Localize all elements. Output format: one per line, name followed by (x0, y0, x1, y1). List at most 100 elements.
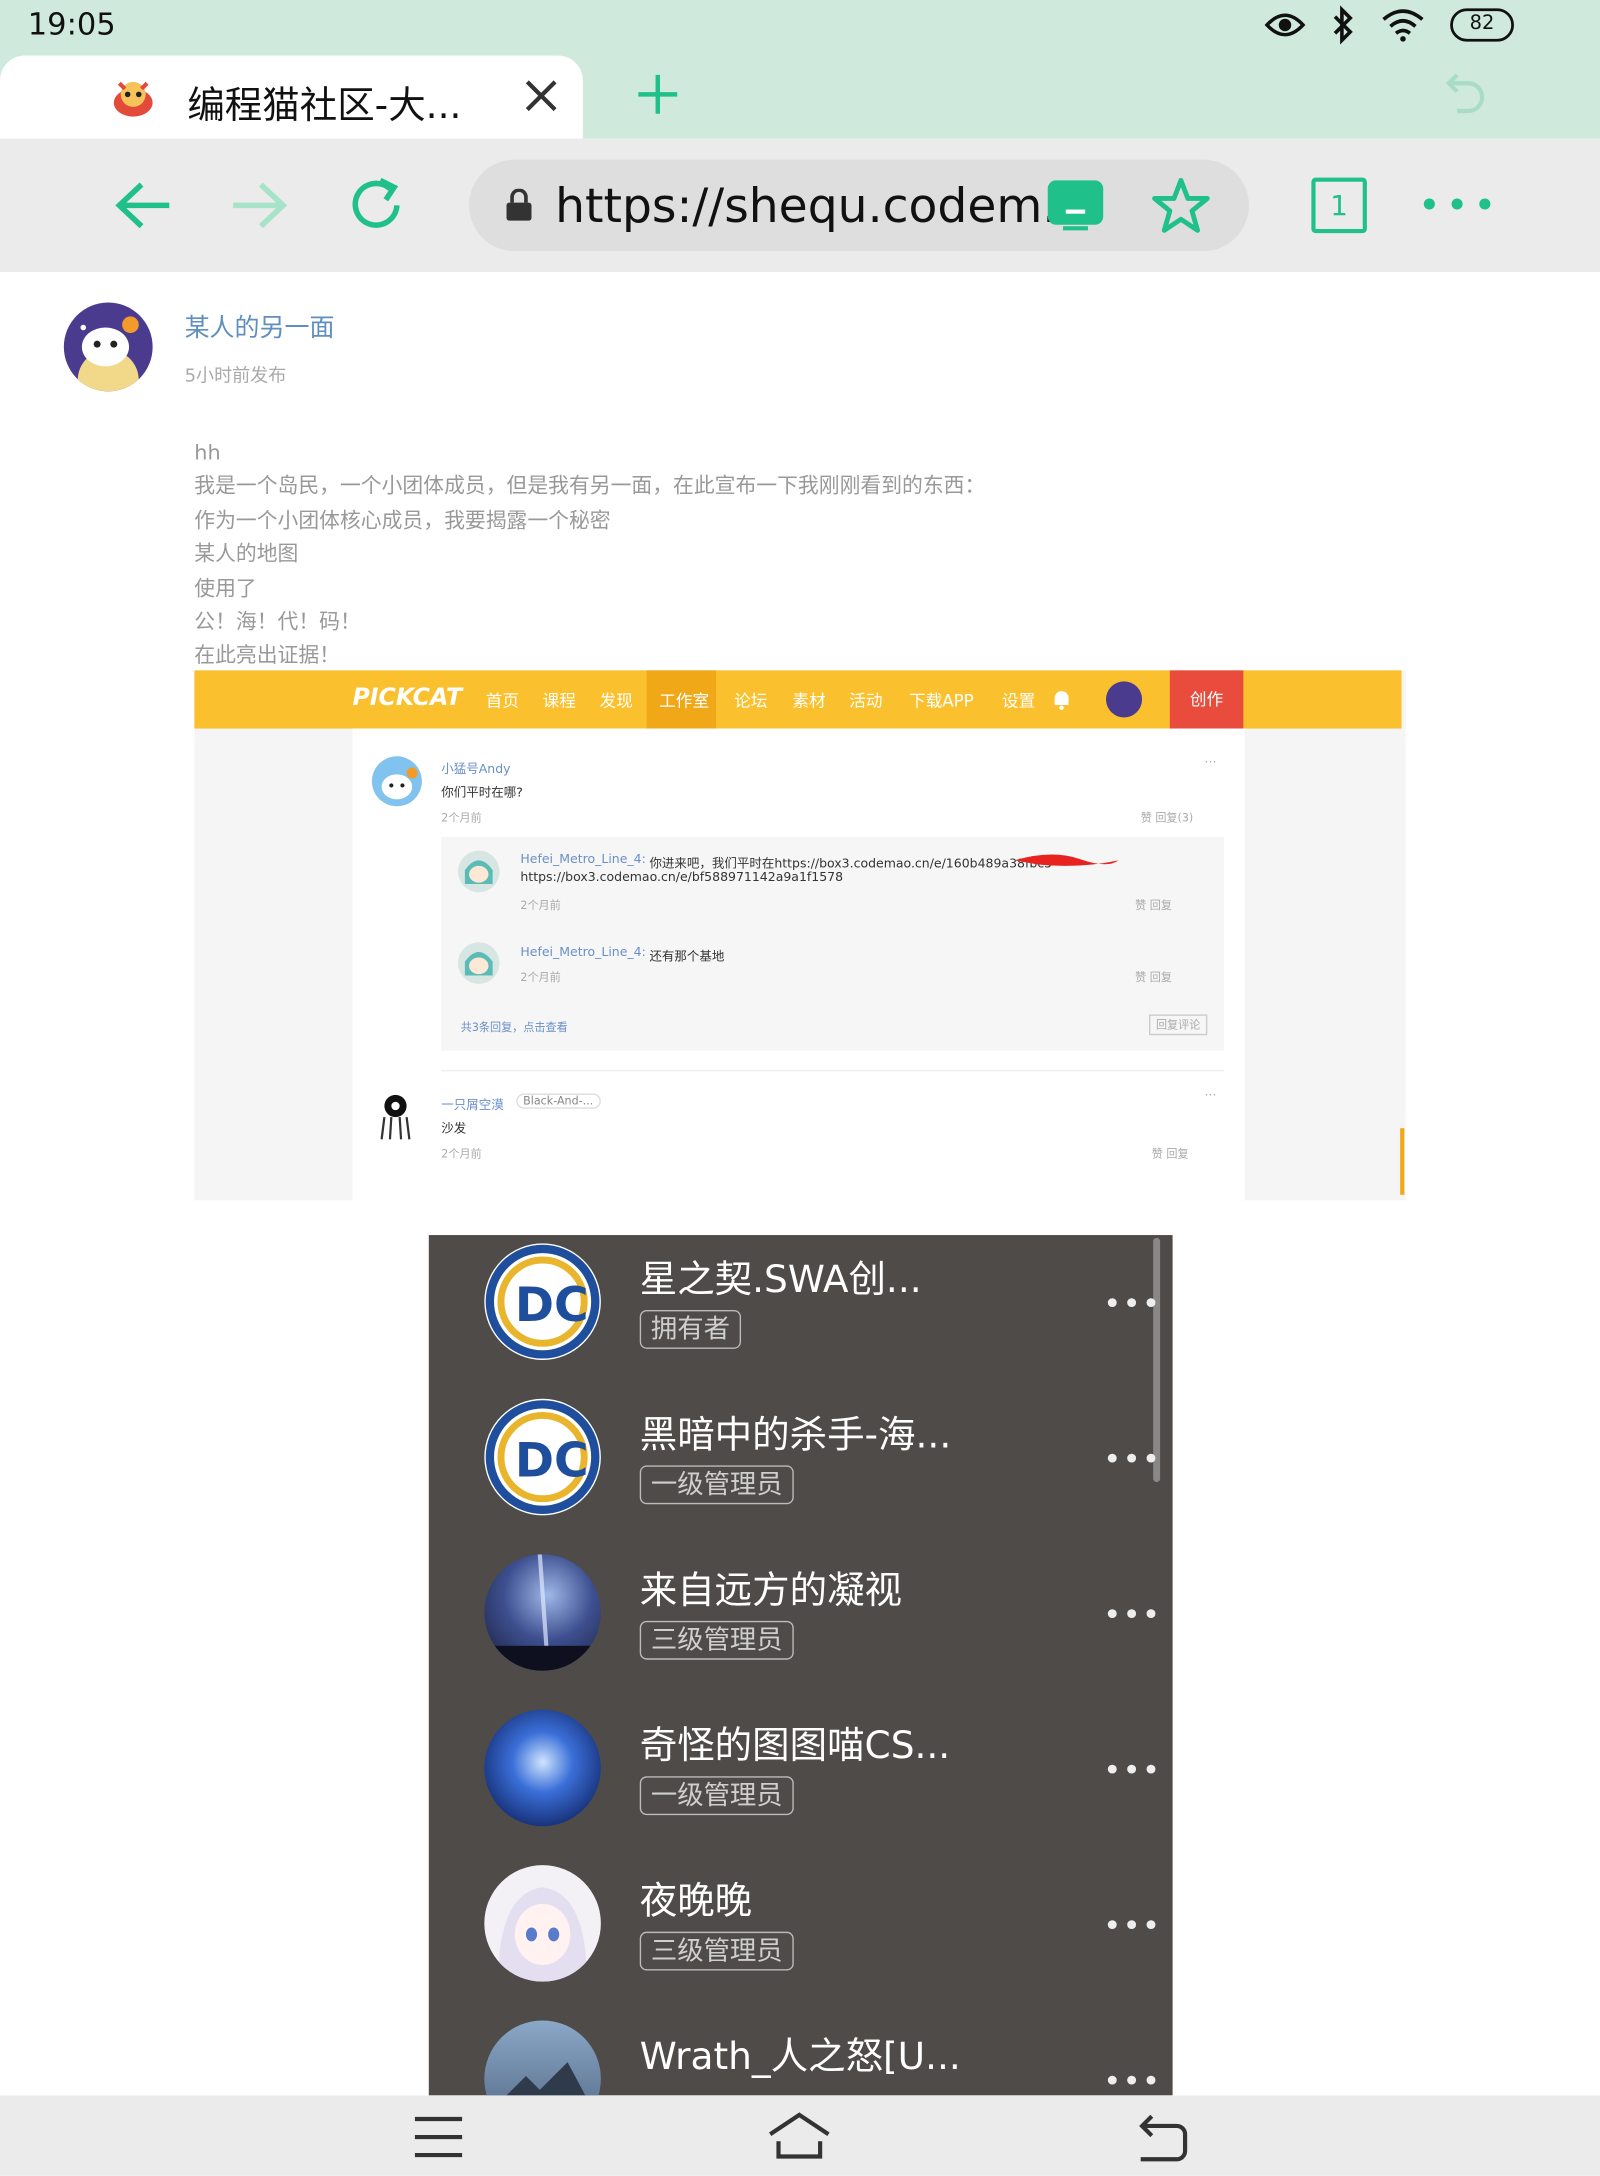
member-row: DC 黑暗中的杀手-海... 一级管理员 ••• (429, 1390, 1173, 1545)
post-line: 我是一个岛民，一个小团体成员，但是我有另一面，在此宣布一下我刚刚看到的东西： (194, 473, 986, 499)
bell-icon (1050, 688, 1072, 710)
reply-actions: 赞 回复 (1135, 971, 1172, 984)
comment-text: 你们平时在哪? (441, 786, 523, 801)
new-tab-icon[interactable] (636, 72, 680, 116)
member-avatar (484, 1709, 601, 1827)
svg-text:DC: DC (515, 1278, 589, 1333)
reply-avatar (457, 850, 500, 893)
member-more-dots: ••• (1103, 1443, 1162, 1478)
address-bar: https://shequ.codem... 1 (0, 138, 1600, 272)
system-nav-bar (0, 2095, 1600, 2176)
reply-comment-button: 回复评论 (1149, 1014, 1208, 1036)
nav-item: 下载APP (908, 691, 974, 711)
more-replies-link: 共3条回复，点击查看 (460, 1021, 568, 1034)
more-menu-icon[interactable] (1421, 194, 1493, 213)
pickcat-logo: PICKCAT (352, 684, 463, 712)
menu-icon[interactable] (412, 2115, 465, 2159)
member-avatar: DC (484, 1398, 601, 1516)
comment-time: 2个月前 (441, 811, 482, 825)
nav-item: 工作室 (659, 691, 710, 711)
member-more-dots: ••• (1103, 1598, 1162, 1634)
back-arrow-icon[interactable] (114, 178, 172, 234)
reply-actions: 赞 回复 (1135, 899, 1172, 912)
comment-panel: 小猛号Andy 你们平时在哪? ··· 2个月前 赞 回复(3) Hefei_M… (352, 728, 1245, 1201)
reply-user: Hefei_Metro_Line_4: (520, 853, 646, 868)
url-field[interactable]: https://shequ.codem... (469, 159, 1249, 252)
nav-item: 论坛 (734, 691, 768, 711)
back-icon[interactable] (1135, 2112, 1191, 2162)
member-name: Wrath_人之怒[U... (639, 2035, 961, 2079)
post-line: hh (194, 439, 221, 465)
member-avatar: DC (484, 1243, 601, 1360)
bookmark-star-icon[interactable] (1152, 176, 1210, 234)
tab-title: 编程猫社区-大... (187, 84, 462, 128)
member-role: 三级管理员 (639, 1931, 794, 1971)
browser-tab[interactable]: 编程猫社区-大... (0, 55, 583, 139)
home-icon[interactable] (766, 2111, 833, 2161)
status-bar: 19:05 82 (0, 0, 1600, 56)
comment-user: 一只屑空漠 (441, 1099, 504, 1113)
member-row: 奇怪的图图喵CS... 一级管理员 ••• (429, 1701, 1173, 1856)
author-name[interactable]: 某人的另一面 (185, 308, 335, 344)
member-row: DC 星之契.SWA创... 拥有者 ••• (429, 1235, 1173, 1390)
post-line: 某人的地图 (194, 541, 299, 567)
member-more-dots: ••• (1103, 1287, 1162, 1323)
comment-avatar (377, 1092, 413, 1142)
pickcat-user-avatar (1105, 681, 1143, 718)
scroll-indicator (1400, 1128, 1405, 1195)
reply-text: 还有那个基地 (649, 950, 725, 965)
embedded-screenshot-comments[interactable]: PICKCAT 首页 课程 发现 工作室 论坛 素材 活动 下载APP 设置 创… (194, 670, 1406, 1201)
member-avatar (484, 1554, 601, 1671)
comment-time: 2个月前 (441, 1147, 482, 1161)
nav-item: 课程 (542, 691, 576, 711)
member-more-dots: ••• (1103, 1909, 1162, 1945)
member-role: 一级管理员 (639, 1776, 794, 1816)
tab-count: 1 (1330, 188, 1348, 223)
nav-item: 发现 (599, 691, 633, 711)
author-avatar[interactable] (63, 302, 153, 392)
member-row: 来自远方的凝视 三级管理员 ••• (429, 1546, 1173, 1701)
bluetooth-icon (1331, 5, 1356, 45)
post-line: 公！海！代！码！ (194, 609, 361, 635)
comment-actions: 赞 回复 (1151, 1147, 1189, 1161)
post-time: 5小时前发布 (184, 366, 287, 388)
reply-user: Hefei_Metro_Line_4: (520, 946, 646, 961)
member-role: 三级管理员 (639, 1620, 794, 1660)
member-avatar (484, 2020, 601, 2096)
forward-arrow-icon[interactable] (230, 178, 288, 234)
member-name: 黑暗中的杀手-海... (639, 1414, 952, 1458)
member-name: 夜晚晚 (639, 1880, 753, 1924)
desktop-mode-icon[interactable] (1046, 179, 1104, 232)
undo-icon[interactable] (1438, 72, 1488, 122)
eye-icon (1264, 10, 1306, 41)
tab-count-button[interactable]: 1 (1311, 177, 1367, 234)
comment-actions: 赞 回复(3) (1140, 811, 1194, 825)
comment-avatar (371, 756, 422, 807)
member-row: 夜晚晚 三级管理员 ••• (429, 1857, 1173, 2012)
embedded-screenshot-members[interactable]: DC 星之契.SWA创... 拥有者 ••• DC 黑暗中的杀手-海... 一级… (428, 1235, 1173, 2096)
reload-icon[interactable] (347, 175, 408, 236)
member-name: 奇怪的图图喵CS... (639, 1724, 951, 1768)
close-tab-icon[interactable] (523, 78, 559, 114)
battery-icon: 82 (1450, 8, 1514, 42)
page-content: 某人的另一面 5小时前发布 hh 我是一个岛民，一个小团体成员，但是我有另一面，… (0, 271, 1600, 2096)
pickcat-navbar: PICKCAT 首页 课程 发现 工作室 论坛 素材 活动 下载APP 设置 创… (194, 670, 1402, 729)
reply-text-line2: https://box3.codemao.cn/e/bf588971142a9a… (520, 871, 844, 886)
member-name: 来自远方的凝视 (639, 1569, 903, 1613)
screen: 19:05 82 编程猫社区-大... https://shequ.codem.… (0, 0, 1600, 2176)
member-avatar (484, 1865, 601, 1982)
status-icons: 82 (1264, 5, 1514, 45)
post-line: 作为一个小团体核心成员，我要揭露一个秘密 (194, 507, 611, 533)
lock-icon (505, 188, 533, 222)
divider (441, 1069, 1224, 1072)
nav-item: 活动 (849, 691, 883, 711)
member-more-dots: ••• (1103, 1754, 1162, 1789)
red-scribble (1010, 848, 1121, 873)
url-text: https://shequ.codem... (555, 179, 1088, 235)
post-body: hh 我是一个岛民，一个小团体成员，但是我有另一面，在此宣布一下我刚刚看到的东西… (194, 436, 985, 673)
battery-level: 82 (1469, 12, 1495, 35)
svg-text:DC: DC (515, 1434, 589, 1489)
member-role: 拥有者 (639, 1309, 742, 1349)
comment-more-dots: ··· (1204, 1089, 1217, 1104)
user-badge: Black-And-... (516, 1093, 601, 1109)
